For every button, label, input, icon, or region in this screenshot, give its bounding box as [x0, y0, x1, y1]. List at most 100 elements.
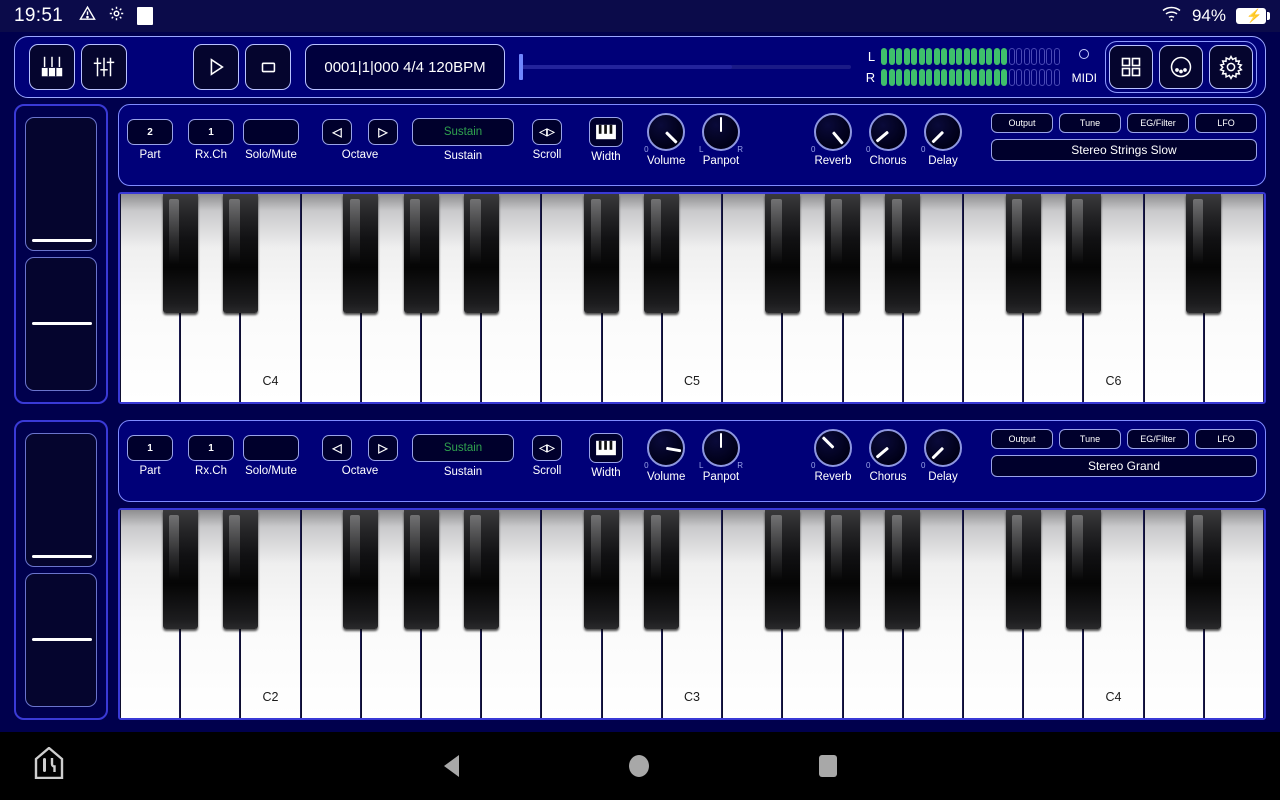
position-display[interactable]: 0001|1|000 4/4 120BPM [305, 44, 505, 90]
rx-ch-value-2[interactable]: 1 [188, 435, 234, 461]
sustain-value-2[interactable]: Sustain [412, 434, 514, 462]
voice-name-button-1[interactable]: Stereo Strings Slow [991, 139, 1257, 161]
sustain-toggle-2[interactable]: Sustain Sustain [412, 434, 514, 478]
piano-keyboard-2[interactable]: C2 C3 C4 [118, 508, 1266, 720]
black-key[interactable] [644, 510, 680, 629]
app-root: 19:51 94% ⚡ 0001|1|000 4/4 120BPM L R MI… [0, 0, 1280, 800]
black-key[interactable] [1186, 194, 1222, 313]
volume-knob-1[interactable]: 0 Volume [644, 113, 685, 167]
octave-down-button-2[interactable]: ◁ [322, 435, 352, 461]
part-value-1[interactable]: 2 [127, 119, 173, 145]
delay-knob-1[interactable]: 0 Delay [921, 113, 962, 167]
black-key[interactable] [825, 194, 860, 313]
delay-knob-2[interactable]: 0 Delay [921, 429, 962, 483]
scroll-control-2[interactable]: ◁▷ Scroll [532, 435, 562, 477]
black-key[interactable] [1005, 510, 1041, 629]
keys-container-2[interactable]: C2 C3 C4 [120, 510, 1264, 718]
back-icon[interactable] [443, 755, 459, 777]
output-button-1[interactable]: Output [991, 113, 1053, 133]
black-key[interactable] [584, 510, 620, 629]
keys-container-1[interactable]: C4 C5 C6 [120, 194, 1264, 402]
grid-view-button[interactable] [1109, 45, 1153, 89]
black-key[interactable] [1065, 510, 1101, 629]
part-value-2[interactable]: 1 [127, 435, 173, 461]
panpot-knob-2[interactable]: L R Panpot [699, 429, 743, 483]
tune-button-1[interactable]: Tune [1059, 113, 1121, 133]
width-icon-2[interactable] [589, 433, 623, 463]
output-button-2[interactable]: Output [991, 429, 1053, 449]
black-key[interactable] [403, 510, 439, 629]
black-key[interactable] [343, 510, 379, 629]
pitch-bend-wheel-2[interactable] [25, 433, 97, 567]
black-key[interactable] [825, 510, 860, 629]
play-button[interactable] [193, 44, 239, 90]
black-key[interactable] [162, 510, 198, 629]
black-key[interactable] [764, 194, 800, 313]
rx-ch-value-1[interactable]: 1 [188, 119, 234, 145]
width-icon-1[interactable] [589, 117, 623, 147]
black-key[interactable] [403, 194, 439, 313]
pads-button[interactable] [1159, 45, 1203, 89]
black-key[interactable] [885, 510, 921, 629]
octave-up-button-2[interactable]: ▷ [368, 435, 398, 461]
scroll-value-2[interactable]: ◁▷ [532, 435, 562, 461]
black-key[interactable] [644, 194, 680, 313]
rx-channel-2[interactable]: 1 Rx.Ch [188, 435, 234, 477]
solo-mute-value-1[interactable] [243, 119, 299, 145]
black-key[interactable] [885, 194, 921, 313]
eg-filter-button-1[interactable]: EG/Filter [1127, 113, 1189, 133]
rx-channel-1[interactable]: 1 Rx.Ch [188, 119, 234, 161]
eg-filter-button-2[interactable]: EG/Filter [1127, 429, 1189, 449]
settings-button[interactable] [1209, 45, 1253, 89]
song-position-slider[interactable] [519, 44, 852, 90]
octave-up-button-1[interactable]: ▷ [368, 119, 398, 145]
slider-handle[interactable] [519, 54, 523, 80]
black-key[interactable] [1065, 194, 1101, 313]
panpot-knob-1[interactable]: L R Panpot [699, 113, 743, 167]
stop-button[interactable] [245, 44, 291, 90]
black-key[interactable] [222, 194, 258, 313]
tune-button-2[interactable]: Tune [1059, 429, 1121, 449]
voice-name-button-2[interactable]: Stereo Grand [991, 455, 1257, 477]
mixer-view-button[interactable] [81, 44, 127, 90]
solo-mute-2[interactable]: Solo/Mute [243, 435, 299, 477]
width-button-1[interactable]: Width [589, 117, 623, 163]
keyboard-view-button[interactable] [29, 44, 75, 90]
pitch-bend-wheel-1[interactable] [25, 117, 97, 251]
black-key[interactable] [463, 194, 499, 313]
solo-mute-value-2[interactable] [243, 435, 299, 461]
black-key[interactable] [1186, 510, 1222, 629]
part-selector-1[interactable]: 2 Part [127, 119, 173, 161]
key-label: C3 [684, 690, 700, 704]
black-key[interactable] [162, 194, 198, 313]
slider-track[interactable] [519, 54, 852, 80]
black-key[interactable] [584, 194, 620, 313]
recents-icon[interactable] [818, 755, 837, 777]
reverb-knob-2[interactable]: 0 Reverb [811, 429, 852, 483]
sustain-toggle-1[interactable]: Sustain Sustain [412, 118, 514, 162]
scroll-value-1[interactable]: ◁▷ [532, 119, 562, 145]
black-key[interactable] [764, 510, 800, 629]
modulation-wheel-2[interactable] [25, 573, 97, 707]
black-key[interactable] [463, 510, 499, 629]
modulation-wheel-1[interactable] [25, 257, 97, 391]
home-icon[interactable] [628, 755, 649, 777]
lfo-button-2[interactable]: LFO [1195, 429, 1257, 449]
black-key[interactable] [343, 194, 379, 313]
vu-segment [1053, 69, 1060, 86]
chorus-knob-2[interactable]: 0 Chorus [866, 429, 907, 483]
octave-down-button-1[interactable]: ◁ [322, 119, 352, 145]
chorus-knob-1[interactable]: 0 Chorus [866, 113, 907, 167]
volume-knob-2[interactable]: 0 Volume [644, 429, 685, 483]
lfo-button-1[interactable]: LFO [1195, 113, 1257, 133]
width-button-2[interactable]: Width [589, 433, 623, 479]
sustain-value-1[interactable]: Sustain [412, 118, 514, 146]
black-key[interactable] [1005, 194, 1041, 313]
black-key[interactable] [222, 510, 258, 629]
reverb-knob-1[interactable]: 0 Reverb [811, 113, 852, 167]
panpot-right-mark-2: R [737, 461, 743, 470]
solo-mute-1[interactable]: Solo/Mute [243, 119, 299, 161]
part-selector-2[interactable]: 1 Part [127, 435, 173, 477]
piano-keyboard-1[interactable]: C4 C5 C6 [118, 192, 1266, 404]
scroll-control-1[interactable]: ◁▷ Scroll [532, 119, 562, 161]
